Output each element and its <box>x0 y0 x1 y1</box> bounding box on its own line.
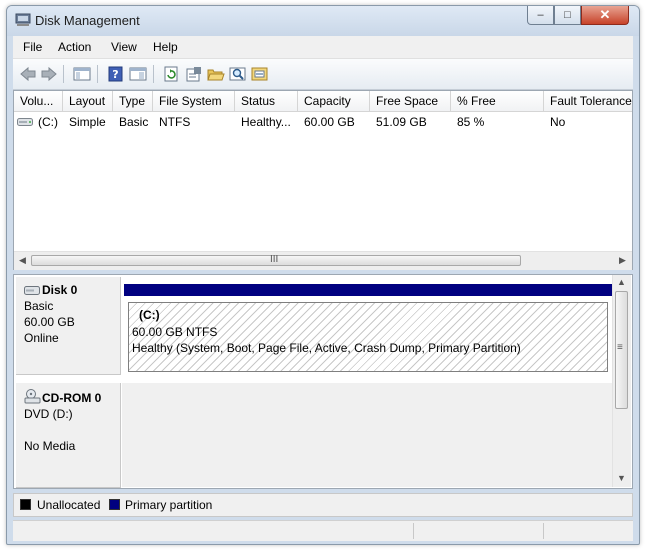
toolbar: ? <box>13 59 633 90</box>
menu-view[interactable]: View <box>111 40 137 54</box>
disk-icon <box>24 286 40 295</box>
scroll-grip-icon: ≡ <box>617 342 623 353</box>
cell-status: Healthy... <box>241 115 291 129</box>
menu-bar: File Action View Help <box>13 36 633 59</box>
cd-rom-0-name: CD-ROM 0 <box>42 391 102 405</box>
status-segment <box>413 523 414 539</box>
svg-text:?: ? <box>112 68 118 81</box>
column-percent-free[interactable]: % Free <box>457 94 496 108</box>
maximize-icon: □ <box>564 9 571 21</box>
column-file-system[interactable]: File System <box>159 94 222 108</box>
disk-graphical-view: Disk 0 Basic 60.00 GB Online (C:) 60.00 … <box>13 274 633 489</box>
maximize-button[interactable]: □ <box>554 6 581 25</box>
close-button[interactable]: ✕ <box>581 6 629 25</box>
legend-unallocated: Unallocated <box>37 498 101 512</box>
title-bar[interactable]: Disk Management – □ ✕ <box>7 6 639 36</box>
scroll-down-icon[interactable]: ▼ <box>617 473 626 483</box>
menu-action[interactable]: Action <box>58 40 91 54</box>
column-header-row: Volu... Layout Type File System Status C… <box>14 91 632 112</box>
partition-c[interactable]: (C:) 60.00 GB NTFS Healthy (System, Boot… <box>128 302 608 372</box>
column-free-space[interactable]: Free Space <box>376 94 438 108</box>
rescan-icon[interactable] <box>251 66 269 82</box>
refresh-icon[interactable] <box>163 66 181 82</box>
scroll-up-icon[interactable]: ▲ <box>617 277 626 287</box>
cell-percent-free: 85 % <box>457 115 485 129</box>
disk-management-window: Disk Management – □ ✕ File Action View H… <box>6 5 640 545</box>
drive-icon <box>17 118 33 126</box>
horizontal-scroll-thumb[interactable]: III <box>31 254 521 266</box>
properties-icon[interactable] <box>185 66 203 82</box>
status-bar <box>13 520 633 541</box>
column-fault-tolerance[interactable]: Fault Tolerance <box>550 94 632 108</box>
minimize-button[interactable]: – <box>527 6 554 25</box>
column-layout[interactable]: Layout <box>69 94 105 108</box>
column-status[interactable]: Status <box>241 94 275 108</box>
cd-rom-0-label[interactable]: CD-ROM 0 DVD (D:) No Media <box>16 383 121 488</box>
minimize-icon: – <box>537 9 544 21</box>
legend: Unallocated Primary partition <box>13 493 633 517</box>
cd-rom-0-media: No Media <box>24 439 76 453</box>
cell-free-space: 51.09 GB <box>376 115 427 129</box>
column-capacity[interactable]: Capacity <box>304 94 351 108</box>
scroll-right-icon[interactable]: ▶ <box>619 255 626 266</box>
forward-icon[interactable] <box>40 66 58 82</box>
menu-help[interactable]: Help <box>153 40 178 54</box>
scroll-left-icon[interactable]: ◀ <box>19 255 26 266</box>
disk-0-type: Basic <box>24 299 54 313</box>
properties-pane-icon[interactable] <box>129 66 147 82</box>
column-divider[interactable] <box>369 91 370 111</box>
primary-partition-swatch <box>109 499 120 510</box>
disk-management-icon <box>15 13 31 26</box>
help-icon[interactable]: ? <box>107 66 125 82</box>
toolbar-separator <box>153 65 154 83</box>
column-divider[interactable] <box>152 91 153 111</box>
column-type[interactable]: Type <box>119 94 145 108</box>
cell-layout: Simple <box>69 115 106 129</box>
status-segment <box>543 523 544 539</box>
horizontal-scrollbar[interactable]: ◀ III ▶ <box>14 251 632 270</box>
volume-list: Volu... Layout Type File System Status C… <box>13 90 633 270</box>
cell-fault-tolerance: No <box>550 115 566 129</box>
show-hide-console-tree-icon[interactable] <box>73 66 91 82</box>
partition-c-size: 60.00 GB NTFS <box>132 325 218 339</box>
cd-rom-icon <box>24 389 41 404</box>
cd-rom-0-area[interactable] <box>122 383 612 487</box>
back-icon[interactable] <box>19 66 37 82</box>
disk-0-size: 60.00 GB <box>24 315 75 329</box>
partition-c-status: Healthy (System, Boot, Page File, Active… <box>132 341 521 355</box>
cd-rom-0-type: DVD (D:) <box>24 407 73 421</box>
window-title: Disk Management <box>35 13 140 28</box>
column-divider[interactable] <box>297 91 298 111</box>
scroll-grip-icon: III <box>270 254 279 265</box>
close-icon: ✕ <box>599 7 611 22</box>
unallocated-swatch <box>20 499 31 510</box>
vertical-scroll-thumb[interactable]: ≡ <box>615 291 628 409</box>
cell-volume: (C:) <box>38 115 58 129</box>
column-divider[interactable] <box>234 91 235 111</box>
cell-capacity: 60.00 GB <box>304 115 355 129</box>
partition-c-label: (C:) <box>139 308 160 322</box>
cell-file-system: NTFS <box>159 115 191 129</box>
open-icon[interactable] <box>207 66 225 82</box>
legend-primary-partition: Primary partition <box>125 498 213 512</box>
column-divider[interactable] <box>112 91 113 111</box>
column-volume[interactable]: Volu... <box>20 94 62 108</box>
toolbar-separator <box>97 65 98 83</box>
disk-0-label[interactable]: Disk 0 Basic 60.00 GB Online <box>16 277 121 375</box>
vertical-scrollbar[interactable]: ▲ ≡ ▼ <box>612 275 631 487</box>
primary-partition-bar <box>124 284 612 296</box>
disk-0-name: Disk 0 <box>42 283 78 297</box>
cell-type: Basic <box>119 115 149 129</box>
column-divider[interactable] <box>62 91 63 111</box>
search-icon[interactable] <box>229 66 247 82</box>
menu-file[interactable]: File <box>23 40 42 54</box>
column-divider[interactable] <box>543 91 544 111</box>
disk-0-status: Online <box>24 331 59 345</box>
column-divider[interactable] <box>450 91 451 111</box>
toolbar-separator <box>63 65 64 83</box>
table-row[interactable]: (C:) Simple Basic NTFS Healthy... 60.00 … <box>14 113 632 131</box>
